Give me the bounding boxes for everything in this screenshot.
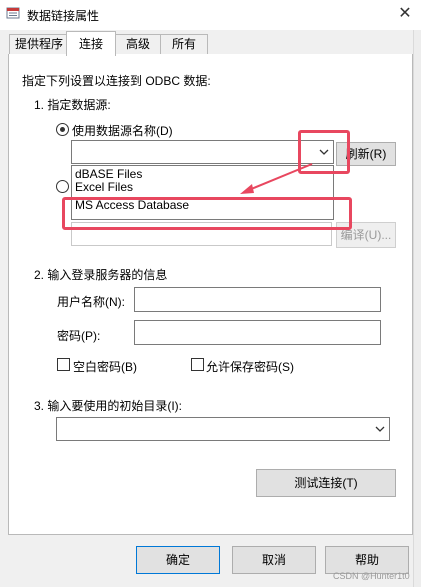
username-input[interactable]	[134, 287, 381, 312]
chevron-down-icon[interactable]	[374, 424, 386, 434]
allow-save-password-label[interactable]: 允许保存密码(S)	[206, 358, 294, 375]
radio-dsn[interactable]	[56, 123, 69, 136]
step3-label: 3. 输入要使用的初始目录(I):	[34, 399, 183, 413]
cancel-button[interactable]: 取消	[232, 546, 316, 574]
window-title: 数据链接属性	[27, 9, 100, 23]
allow-save-password-checkbox[interactable]	[191, 358, 204, 371]
ok-button[interactable]: 确定	[136, 546, 220, 574]
test-connection-button[interactable]: 测试连接(T)	[256, 469, 396, 497]
intro-text: 指定下列设置以连接到 ODBC 数据:	[22, 74, 211, 88]
highlight-ms-access-option	[62, 197, 352, 230]
annotation-arrow-icon	[240, 163, 313, 194]
tab-advanced[interactable]: 高级	[114, 34, 162, 55]
close-icon[interactable]: ✕	[393, 3, 417, 25]
initial-catalog-combobox[interactable]	[56, 417, 390, 441]
radio-dsn-label[interactable]: 使用数据源名称(D)	[72, 122, 173, 139]
watermark-text: CSDN @Hunter1t0	[333, 571, 410, 581]
window-right-edge	[413, 30, 421, 587]
tab-connection[interactable]: 连接	[66, 31, 116, 56]
data-link-icon	[6, 7, 20, 19]
radio-connection-string[interactable]	[56, 180, 69, 193]
help-button[interactable]: 帮助	[325, 546, 409, 574]
tab-all[interactable]: 所有	[160, 34, 208, 55]
tab-provider[interactable]: 提供程序	[9, 34, 69, 55]
password-input[interactable]	[134, 320, 381, 345]
password-label: 密码(P):	[57, 329, 101, 343]
blank-password-checkbox[interactable]	[57, 358, 70, 371]
username-label: 用户名称(N):	[57, 295, 125, 309]
step1-label: 1. 指定数据源:	[34, 98, 111, 112]
step2-label: 2. 输入登录服务器的信息	[34, 268, 168, 282]
blank-password-label[interactable]: 空白密码(B)	[73, 358, 137, 375]
